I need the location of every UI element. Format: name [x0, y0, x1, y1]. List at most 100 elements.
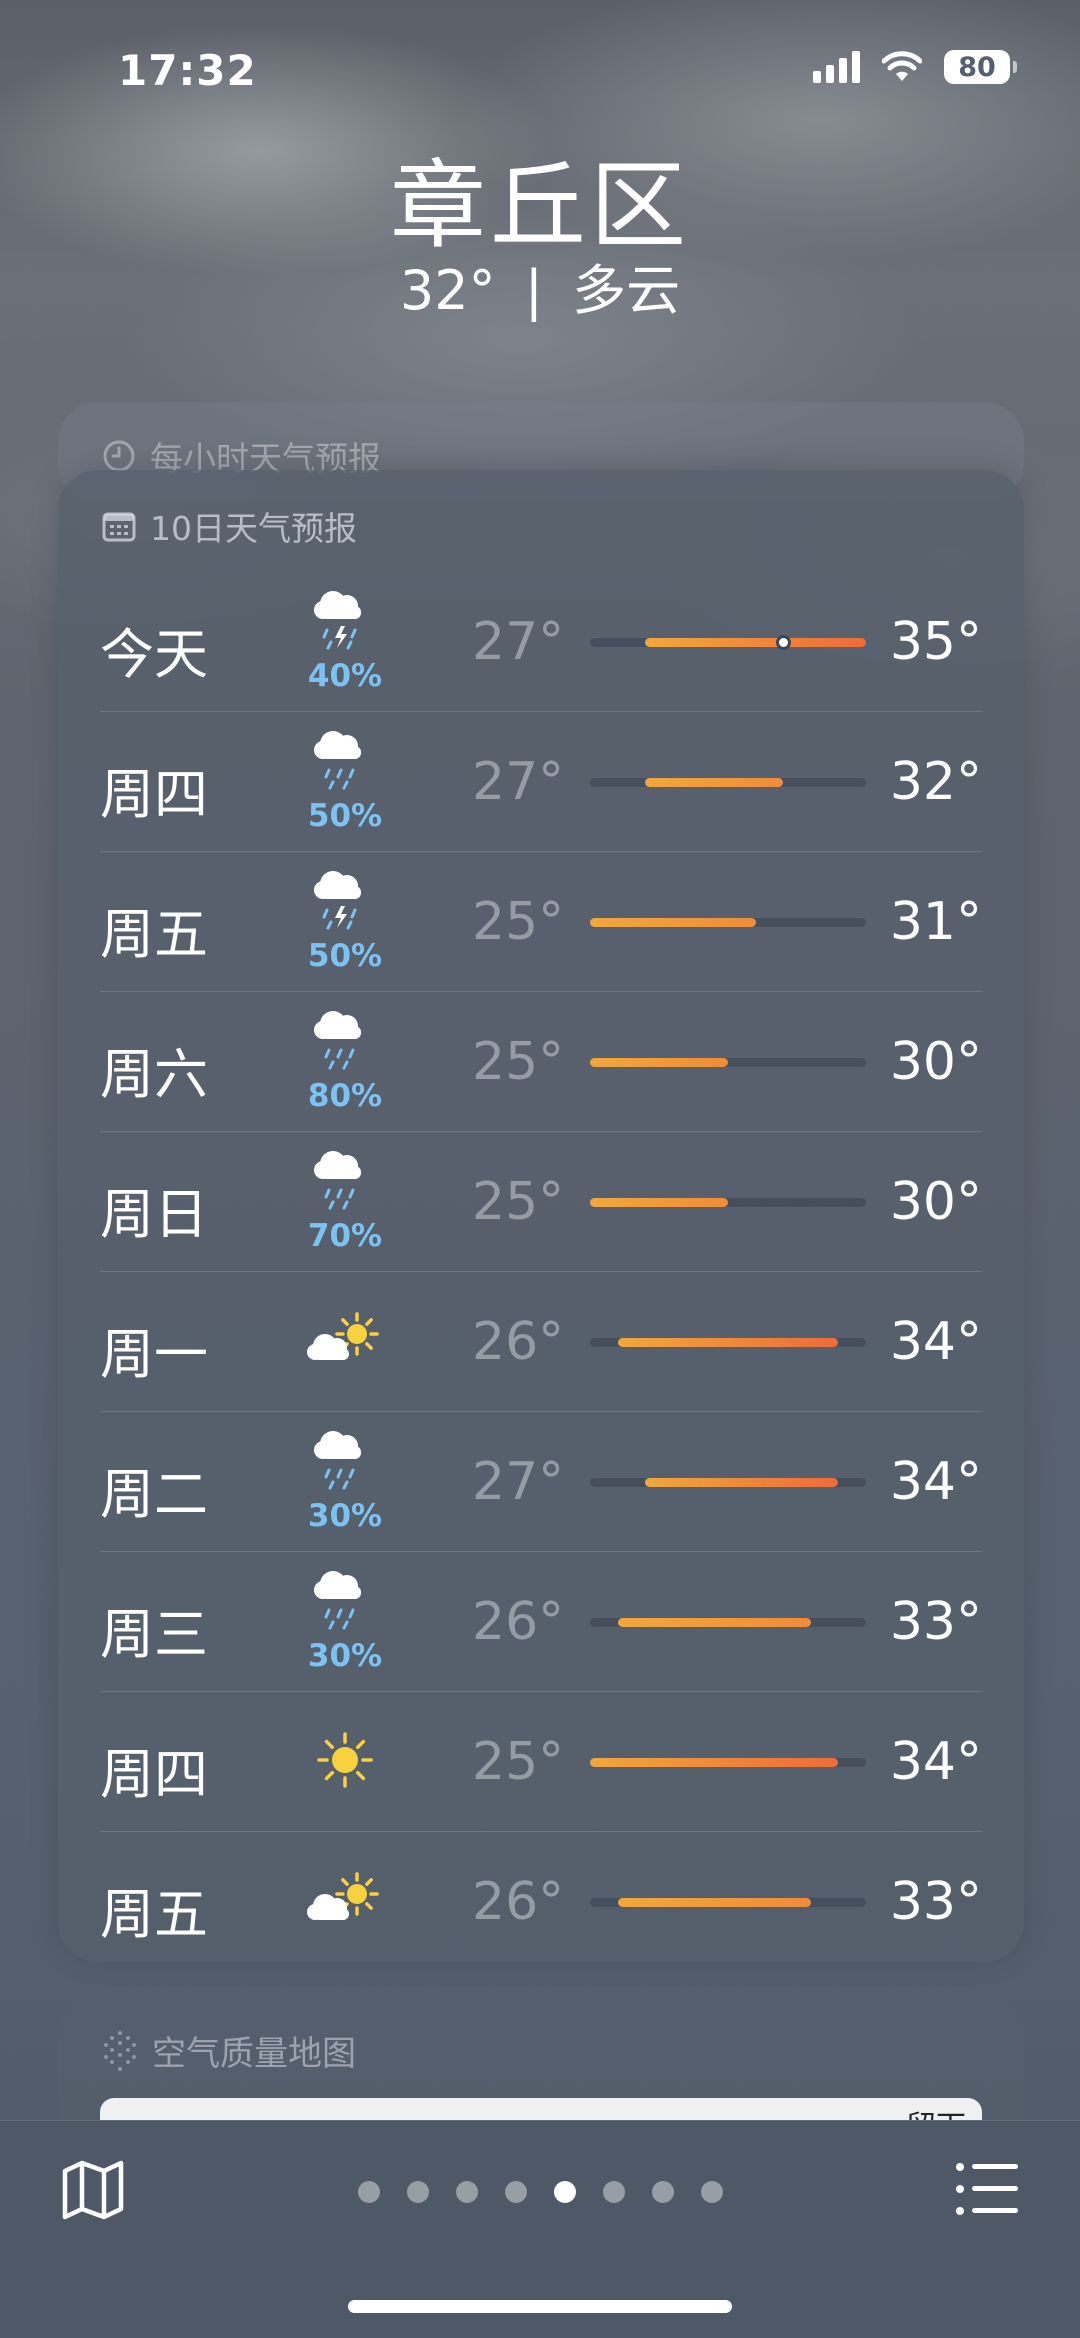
- precipitation-chance: 40%: [307, 658, 383, 694]
- low-temperature: 26°: [472, 1312, 565, 1372]
- rain-icon: [314, 1571, 361, 1630]
- temperature-range-bar: [590, 1058, 866, 1067]
- forecast-day: 周五: [100, 1883, 208, 1946]
- forecast-list: 今天 40% 27° 35° 周四 50% 27° 32° 周五 50% 25° 31° 周六 80% 25…: [100, 572, 982, 1971]
- temperature-range-fill: [590, 1058, 728, 1067]
- page-dot[interactable]: [603, 2181, 625, 2203]
- forecast-day: 周一: [100, 1323, 208, 1386]
- forecast-day: 周三: [100, 1603, 208, 1666]
- precipitation-chance: 50%: [307, 798, 383, 834]
- list-icon[interactable]: [954, 2159, 1020, 2219]
- low-temperature: 26°: [472, 1592, 565, 1652]
- rain-icon: [314, 1431, 361, 1490]
- forecast-day: 周日: [100, 1183, 208, 1246]
- forecast-row[interactable]: 周六 80% 25° 30°: [100, 991, 982, 1131]
- temperature-range-fill: [645, 1478, 839, 1487]
- forecast-row[interactable]: 周四 50% 27° 32°: [100, 711, 982, 851]
- low-temperature: 25°: [472, 1172, 565, 1232]
- high-temperature: 31°: [889, 892, 982, 952]
- page-dot[interactable]: [358, 2181, 380, 2203]
- page-dot[interactable]: [554, 2181, 576, 2203]
- temperature-range-fill: [617, 1618, 811, 1627]
- air-quality-dots-icon: [104, 2030, 136, 2071]
- forecast-row[interactable]: 周日 70% 25° 30°: [100, 1131, 982, 1271]
- high-temperature: 35°: [889, 612, 982, 672]
- high-temperature: 32°: [889, 752, 982, 812]
- battery-icon: 80: [944, 50, 1017, 84]
- temperature-range-bar: [590, 1618, 866, 1627]
- cellular-signal-icon: [813, 51, 860, 83]
- temperature-range-fill: [617, 1338, 839, 1347]
- precipitation-chance: 30%: [307, 1638, 383, 1674]
- forecast-day: 今天: [100, 623, 208, 686]
- partly-sunny-icon: [307, 1312, 379, 1360]
- forecast-row[interactable]: 周五 26° 33°: [100, 1831, 982, 1971]
- clock-icon: [103, 440, 135, 472]
- forecast-row[interactable]: 周四 25° 34°: [100, 1691, 982, 1831]
- temperature-range-fill: [645, 638, 866, 647]
- temperature-range-fill: [645, 778, 784, 787]
- forecast-row[interactable]: 周一 26° 34°: [100, 1271, 982, 1411]
- forecast-day: 周六: [100, 1043, 208, 1106]
- low-temperature: 27°: [472, 612, 565, 672]
- low-temperature: 25°: [472, 1732, 565, 1792]
- high-temperature: 30°: [889, 1032, 982, 1092]
- forecast-row[interactable]: 周五 50% 25° 31°: [100, 851, 982, 991]
- high-temperature: 30°: [889, 1172, 982, 1232]
- rain-icon: [314, 731, 361, 790]
- temperature-range-fill: [617, 1898, 811, 1907]
- rain-icon: [314, 1151, 361, 1210]
- page-dot[interactable]: [407, 2181, 429, 2203]
- temperature-range-fill: [590, 1758, 839, 1767]
- temperature-range-bar: [590, 635, 866, 650]
- page-dot[interactable]: [652, 2181, 674, 2203]
- map-icon[interactable]: [60, 2157, 126, 2223]
- status-time: 17:32: [118, 46, 257, 95]
- temperature-range-bar: [590, 918, 866, 927]
- current-temperature-marker: [776, 635, 792, 650]
- high-temperature: 34°: [889, 1732, 982, 1792]
- air-quality-header: 空气质量地图: [102, 2026, 356, 2075]
- ten-day-forecast-header: 10日天气预报: [102, 502, 357, 550]
- high-temperature: 34°: [889, 1312, 982, 1372]
- precipitation-chance: 30%: [307, 1498, 383, 1534]
- forecast-day: 周二: [100, 1463, 208, 1526]
- temperature-range-bar: [590, 1338, 866, 1347]
- forecast-day: 周四: [100, 763, 208, 826]
- temperature-range-fill: [590, 1198, 728, 1207]
- forecast-row[interactable]: 周三 30% 26° 33°: [100, 1551, 982, 1691]
- current-conditions: 32° | 多云: [0, 246, 1080, 325]
- precipitation-chance: 80%: [307, 1078, 383, 1114]
- page-indicator[interactable]: [358, 2181, 723, 2203]
- temperature-range-fill: [590, 918, 756, 927]
- temperature-range-bar: [590, 778, 866, 787]
- page-dot[interactable]: [505, 2181, 527, 2203]
- current-temperature: 32°: [399, 259, 496, 322]
- high-temperature: 33°: [889, 1872, 982, 1932]
- home-indicator: [348, 2300, 732, 2313]
- forecast-row[interactable]: 今天 40% 27° 35°: [100, 572, 982, 711]
- air-quality-title: 空气质量地图: [152, 2034, 356, 2074]
- temperature-range-bar: [590, 1758, 866, 1767]
- precipitation-chance: 50%: [307, 938, 383, 974]
- forecast-day: 周四: [100, 1743, 208, 1806]
- temperature-range-bar: [590, 1478, 866, 1487]
- thunderstorm-icon: [314, 871, 361, 930]
- page-dot[interactable]: [701, 2181, 723, 2203]
- sun-icon: [317, 1732, 373, 1788]
- temperature-range-bar: [590, 1898, 866, 1907]
- low-temperature: 27°: [472, 752, 565, 812]
- high-temperature: 33°: [889, 1592, 982, 1652]
- ten-day-forecast-title: 10日天气预报: [150, 509, 357, 548]
- page-dot[interactable]: [456, 2181, 478, 2203]
- low-temperature: 27°: [472, 1452, 565, 1512]
- temperature-range-bar: [590, 1198, 866, 1207]
- forecast-day: 周五: [100, 903, 208, 966]
- status-icons: 80: [813, 50, 1017, 84]
- forecast-row[interactable]: 周二 30% 27° 34°: [100, 1411, 982, 1551]
- high-temperature: 34°: [889, 1452, 982, 1512]
- low-temperature: 25°: [472, 892, 565, 952]
- separator: |: [524, 259, 543, 322]
- low-temperature: 26°: [472, 1872, 565, 1932]
- ten-day-forecast-card[interactable]: 10日天气预报 今天 40% 27° 35° 周四 50% 27° 32° 周五 50% 25° 31…: [58, 470, 1024, 1962]
